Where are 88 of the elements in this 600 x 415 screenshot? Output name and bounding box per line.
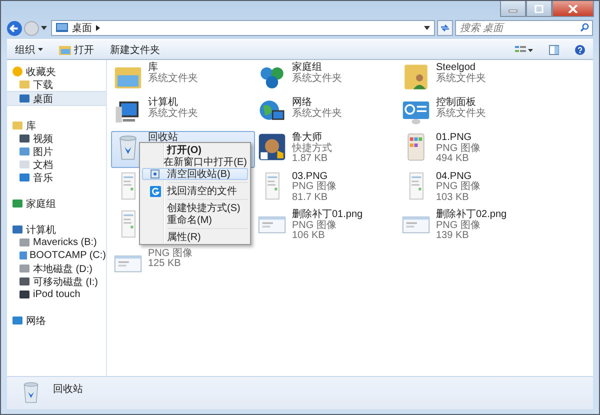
- file-type: 系统文件夹: [292, 74, 342, 84]
- address-bar[interactable]: 桌面: [51, 20, 435, 36]
- sidebar-item[interactable]: 文档: [7, 158, 106, 171]
- sidebar-item[interactable]: iPod touch: [7, 288, 106, 301]
- menu-item[interactable]: 属性(R): [142, 231, 248, 243]
- file-name: 01.PNG: [436, 133, 473, 143]
- file-name: 删除补丁02.png: [436, 210, 507, 220]
- organize-menu[interactable]: 组织: [11, 42, 47, 58]
- file-name: 库: [148, 63, 158, 73]
- sidebar-item[interactable]: 下载: [7, 78, 106, 91]
- close-icon: [568, 4, 578, 12]
- minimize-button[interactable]: [500, 1, 526, 17]
- sidebar-item[interactable]: Mavericks (B:): [7, 236, 106, 249]
- file-type: PNG 图像: [148, 248, 192, 259]
- file-type: 系统文件夹: [436, 108, 486, 119]
- sidebar-item[interactable]: 可移动磁盘 (I:): [7, 275, 106, 288]
- file-type: PNG 图像: [436, 220, 482, 231]
- back-button[interactable]: [7, 20, 22, 36]
- details-name: 回收站: [53, 382, 83, 396]
- menu-item[interactable]: 清空回收站(B): [142, 168, 248, 180]
- file-name: 03.PNG: [292, 172, 328, 182]
- menu-item[interactable]: 找回清空的文件: [142, 185, 248, 197]
- file-size: 1.87 KB: [292, 154, 329, 164]
- file-name: 鲁大师: [292, 133, 322, 143]
- file-name: 04.PNG: [436, 172, 472, 182]
- search-field[interactable]: 搜索 桌面: [455, 20, 593, 36]
- file-type: 系统文件夹: [436, 74, 486, 84]
- pane-icon: [549, 44, 559, 54]
- file-size: 494 KB: [436, 154, 470, 164]
- sidebar-item[interactable]: 图片: [7, 145, 106, 158]
- menu-item[interactable]: 重命名(M): [142, 214, 248, 226]
- file-type: PNG 图像: [292, 220, 338, 231]
- toolbar-button[interactable]: 新建文件夹: [106, 42, 164, 58]
- folder-icon: [12, 120, 23, 131]
- file-type: PNG 图像: [292, 182, 336, 192]
- maximize-button[interactable]: [526, 1, 552, 17]
- file-size: 125 KB: [148, 259, 182, 270]
- file-name: Steelgod: [436, 63, 476, 73]
- sidebar-item[interactable]: BOOTCAMP (C:): [7, 249, 106, 262]
- file-size: 106 KB: [292, 231, 326, 242]
- file-size: 81.7 KB: [292, 192, 329, 203]
- sidebar-item[interactable]: 收藏夹: [7, 65, 106, 78]
- maximize-icon: [534, 4, 544, 12]
- recovery-app-icon: [150, 186, 160, 196]
- menu-item[interactable]: 创建快捷方式(S): [142, 202, 248, 214]
- caret-icon[interactable]: [41, 26, 47, 30]
- toolbar-button[interactable]: 打开: [55, 42, 98, 58]
- file-type: PNG 图像: [436, 182, 480, 192]
- refresh-icon: [440, 23, 450, 33]
- file-type: 系统文件夹: [148, 108, 198, 119]
- menu-item[interactable]: 在新窗口中打开(E): [142, 156, 248, 168]
- drive-icon: [19, 263, 30, 274]
- sidebar-item[interactable]: 计算机: [7, 223, 106, 236]
- file-type: 系统文件夹: [148, 74, 198, 84]
- drive-icon: [19, 237, 30, 248]
- file-name: 计算机: [148, 98, 178, 108]
- file-type: 快捷方式: [292, 144, 332, 154]
- file-name: 回收站: [148, 133, 178, 144]
- sidebar-item[interactable]: 视频: [7, 132, 106, 145]
- file-name: 网络: [292, 98, 312, 108]
- sidebar-item[interactable]: 家庭组: [7, 197, 106, 210]
- caret-icon: [38, 48, 43, 51]
- sidebar-item[interactable]: 桌面: [7, 91, 106, 106]
- drive-icon: [19, 276, 30, 287]
- folder-icon: [19, 79, 30, 90]
- file-size: 139 KB: [436, 231, 470, 242]
- close-button[interactable]: [552, 1, 594, 17]
- sidebar-item[interactable]: 本地磁盘 (D:): [7, 262, 106, 275]
- file-size: 103 KB: [436, 192, 470, 203]
- caret-icon[interactable]: [424, 26, 430, 30]
- folder-icon: [59, 44, 71, 54]
- chevron-icon[interactable]: [96, 25, 100, 31]
- sidebar-item[interactable]: 库: [7, 119, 106, 132]
- sidebar-item[interactable]: 音乐: [7, 171, 106, 184]
- file-type: PNG 图像: [436, 144, 480, 154]
- help-icon: [575, 44, 585, 54]
- user-folder-icon[interactable]: [402, 63, 430, 91]
- drive-icon: [19, 250, 27, 261]
- menu-item[interactable]: 打开(O): [142, 144, 248, 156]
- file-name: 家庭组: [292, 63, 322, 73]
- sidebar-item[interactable]: 网络: [7, 314, 106, 327]
- file-name: 控制面板: [436, 98, 476, 108]
- search-icon[interactable]: [580, 23, 589, 32]
- app-icon[interactable]: [258, 133, 286, 161]
- file-type: 系统文件夹: [292, 108, 342, 119]
- file-name: 删除补丁01.png: [292, 210, 363, 220]
- view-list-icon: [515, 44, 533, 54]
- refresh-button[interactable]: [437, 20, 453, 36]
